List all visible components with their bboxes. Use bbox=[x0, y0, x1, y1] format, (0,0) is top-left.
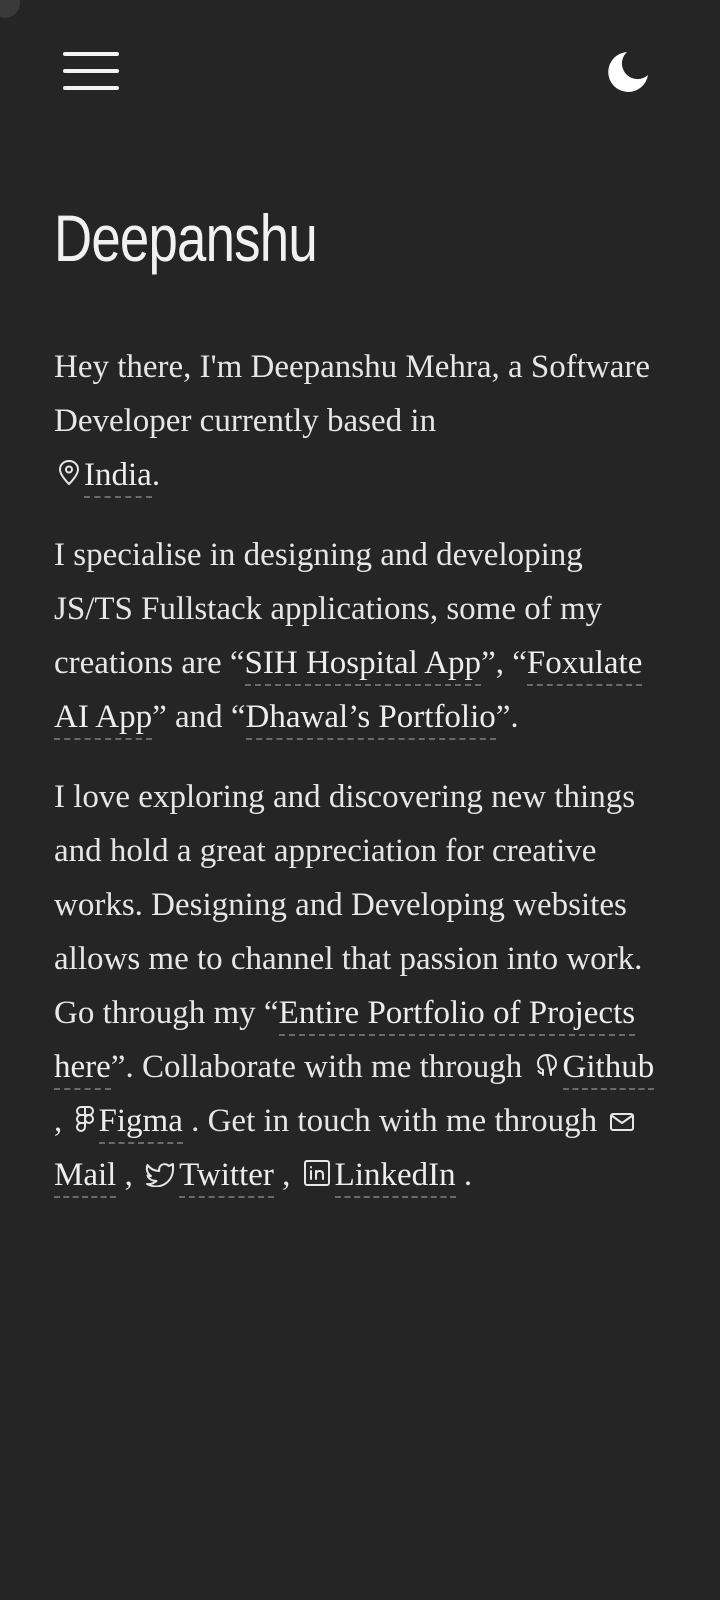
hamburger-menu-icon-bar bbox=[63, 86, 119, 90]
github-link[interactable]: Github bbox=[562, 1049, 655, 1090]
twitter-link[interactable]: Twitter bbox=[179, 1157, 274, 1198]
project-link-sih-hospital[interactable]: SIH Hospital App bbox=[244, 645, 482, 686]
specialise-text: ” and “ bbox=[152, 699, 246, 735]
intro-text: Hey there, I'm Deepanshu Mehra, a Softwa… bbox=[54, 349, 651, 439]
specialise-text: ”. bbox=[495, 699, 519, 735]
hamburger-menu-icon bbox=[63, 52, 119, 56]
about-end: . bbox=[463, 1157, 473, 1193]
specialise-text: ”, “ bbox=[481, 645, 527, 681]
intro-suffix: . bbox=[151, 457, 161, 493]
linkedin-icon bbox=[303, 1159, 331, 1187]
specialise-paragraph: I specialise in designing and developing… bbox=[54, 528, 664, 744]
corner-decoration bbox=[0, 0, 20, 18]
menu-button[interactable] bbox=[60, 48, 122, 94]
separator: , bbox=[124, 1157, 133, 1193]
project-link-dhawal-portfolio[interactable]: Dhawal’s Portfolio bbox=[245, 699, 496, 740]
twitter-icon bbox=[145, 1161, 175, 1187]
github-icon bbox=[535, 1053, 559, 1079]
separator: , bbox=[282, 1157, 291, 1193]
map-pin-icon bbox=[58, 459, 80, 487]
location-link[interactable]: India bbox=[84, 457, 152, 498]
page-title: Deepanshu bbox=[54, 201, 318, 275]
about-text: ”. Collaborate with me through bbox=[110, 1049, 523, 1085]
about-paragraph: I love exploring and discovering new thi… bbox=[54, 770, 664, 1202]
about-content: Hey there, I'm Deepanshu Mehra, a Softwa… bbox=[54, 340, 664, 1228]
hamburger-menu-icon-bar bbox=[63, 69, 119, 73]
moon-icon bbox=[608, 52, 648, 92]
mail-link[interactable]: Mail bbox=[54, 1157, 117, 1198]
about-text: I love exploring and discovering new thi… bbox=[54, 779, 643, 1031]
separator: , bbox=[54, 1103, 63, 1139]
figma-link[interactable]: Figma bbox=[98, 1103, 183, 1144]
about-text: . Get in touch with me through bbox=[191, 1103, 598, 1139]
figma-icon bbox=[75, 1105, 95, 1133]
mail-icon bbox=[609, 1111, 635, 1133]
linkedin-link[interactable]: LinkedIn bbox=[334, 1157, 456, 1198]
theme-toggle-button[interactable] bbox=[604, 48, 652, 96]
intro-paragraph: Hey there, I'm Deepanshu Mehra, a Softwa… bbox=[54, 340, 664, 502]
